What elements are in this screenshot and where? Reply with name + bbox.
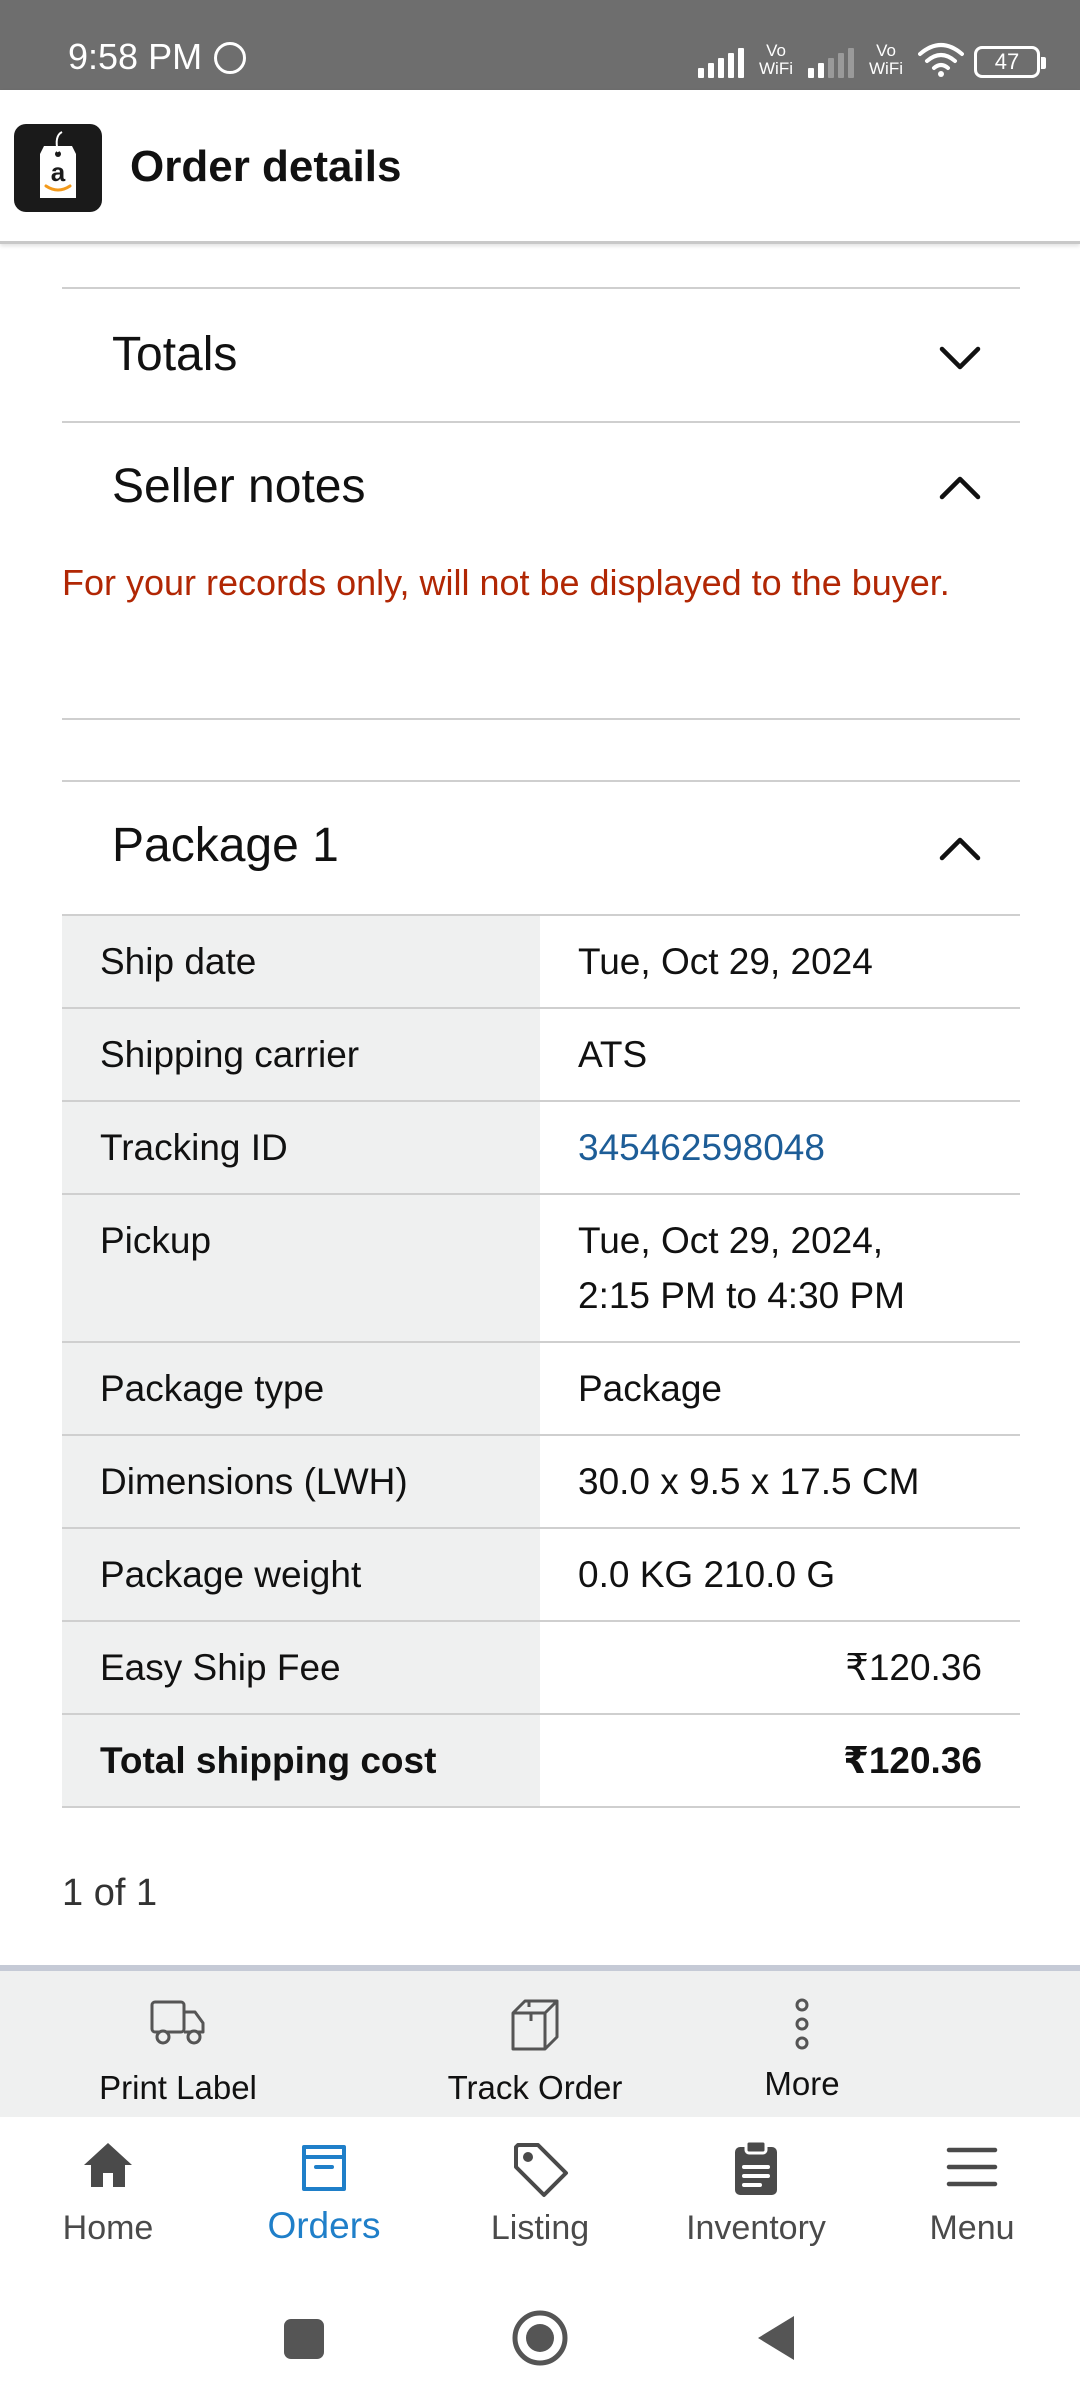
nav-home[interactable]: Home xyxy=(0,2117,216,2277)
chevron-down-icon xyxy=(939,346,981,370)
hamburger-menu-icon xyxy=(946,2147,998,2187)
wifi-icon xyxy=(918,43,964,77)
system-navigation-bar xyxy=(0,2277,1080,2400)
package-type-value: Package xyxy=(540,1342,1020,1436)
signal-icon-2 xyxy=(808,46,854,78)
nav-inventory-label: Inventory xyxy=(686,2209,826,2247)
more-button[interactable]: More xyxy=(722,1971,882,2117)
pickup-date: Tue, Oct 29, 2024, xyxy=(578,1220,884,1261)
box-icon xyxy=(511,1999,559,2051)
pickup-window: 2:15 PM to 4:30 PM xyxy=(578,1275,906,1316)
table-row: Shipping carrier ATS xyxy=(62,1008,1020,1102)
table-row: Package type Package xyxy=(62,1342,1020,1436)
bottom-navigation: Home Orders Listing Inventory Menu xyxy=(0,2117,1080,2277)
order-details-content: Totals Seller notes For your records onl… xyxy=(0,247,1080,1967)
battery-icon: 47 xyxy=(974,46,1046,78)
pickup-label: Pickup xyxy=(62,1194,540,1343)
tag-icon xyxy=(514,2143,568,2197)
app-header: a Order details xyxy=(0,90,1080,244)
page-title: Order details xyxy=(130,142,402,191)
table-row: Dimensions (LWH) 30.0 x 9.5 x 17.5 CM xyxy=(62,1435,1020,1529)
seller-notes-section-header[interactable]: Seller notes xyxy=(62,421,1020,513)
seller-notes-divider xyxy=(62,718,1020,720)
recent-apps-button[interactable] xyxy=(282,2317,326,2361)
amazon-seller-logo[interactable]: a xyxy=(14,124,102,212)
svg-text:a: a xyxy=(51,157,66,187)
nav-menu[interactable]: Menu xyxy=(864,2117,1080,2277)
status-time: 9:58 PM xyxy=(68,36,203,77)
nav-orders[interactable]: Orders xyxy=(216,2117,432,2277)
seller-notes-hint: For your records only, will not be displ… xyxy=(62,562,950,603)
dimensions-label: Dimensions (LWH) xyxy=(62,1435,540,1529)
track-order-text: Track Order xyxy=(447,2069,623,2106)
easy-ship-fee-label: Easy Ship Fee xyxy=(62,1621,540,1715)
signal-icon xyxy=(698,46,744,78)
table-row: Tracking ID 345462598048 xyxy=(62,1101,1020,1195)
nav-menu-label: Menu xyxy=(929,2209,1015,2247)
nav-listing[interactable]: Listing xyxy=(432,2117,648,2277)
nav-inventory[interactable]: Inventory xyxy=(648,2117,864,2277)
home-icon xyxy=(84,2143,132,2187)
table-row: Package weight 0.0 KG 210.0 G xyxy=(62,1528,1020,1622)
dimensions-value: 30.0 x 9.5 x 17.5 CM xyxy=(540,1435,1020,1529)
truck-icon xyxy=(150,2000,205,2045)
chevron-up-icon xyxy=(939,837,981,861)
orders-box-icon xyxy=(302,2145,346,2191)
tracking-id-link[interactable]: 345462598048 xyxy=(540,1101,1020,1195)
tag-logo-icon: a xyxy=(40,131,76,198)
ship-date-label: Ship date xyxy=(62,915,540,1009)
totals-section-header[interactable]: Totals xyxy=(62,287,1020,421)
print-label-button[interactable]: Print Label xyxy=(58,1971,298,2117)
package-details-table: Ship date Tue, Oct 29, 2024 Shipping car… xyxy=(62,914,1020,1808)
vowifi-label-2: Vo WiFi xyxy=(869,41,903,78)
more-text: More xyxy=(764,2065,840,2102)
nav-listing-label: Listing xyxy=(490,2209,590,2247)
pickup-value: Tue, Oct 29, 2024, 2:15 PM to 4:30 PM xyxy=(540,1194,1020,1343)
shipping-carrier-label: Shipping carrier xyxy=(62,1008,540,1102)
print-label-text: Print Label xyxy=(99,2069,257,2106)
nav-orders-label: Orders xyxy=(267,2205,381,2246)
package-weight-label: Package weight xyxy=(62,1528,540,1622)
status-bar: 9:58 PM Vo WiFi Vo WiFi 47 xyxy=(0,0,1080,90)
total-shipping-cost-label: Total shipping cost xyxy=(62,1714,540,1808)
table-row: Pickup Tue, Oct 29, 2024, 2:15 PM to 4:3… xyxy=(62,1194,1020,1343)
package-pager: 1 of 1 xyxy=(62,1872,158,1914)
nav-home-label: Home xyxy=(62,2209,154,2247)
vowifi-label-1: Vo WiFi xyxy=(759,41,793,78)
totals-title: Totals xyxy=(112,328,238,381)
track-order-button[interactable]: Track Order xyxy=(415,1971,655,2117)
back-button[interactable] xyxy=(754,2313,798,2363)
seller-notes-title: Seller notes xyxy=(112,460,366,513)
ship-date-value: Tue, Oct 29, 2024 xyxy=(540,915,1020,1009)
table-row: Easy Ship Fee ₹120.36 xyxy=(62,1621,1020,1715)
package-type-label: Package type xyxy=(62,1342,540,1436)
package-weight-value: 0.0 KG 210.0 G xyxy=(540,1528,1020,1622)
easy-ship-fee-value: ₹120.36 xyxy=(540,1621,1020,1715)
table-row: Total shipping cost ₹120.36 xyxy=(62,1714,1020,1808)
tracking-id-label: Tracking ID xyxy=(62,1101,540,1195)
clock-status-icon xyxy=(214,42,246,74)
table-row: Ship date Tue, Oct 29, 2024 xyxy=(62,915,1020,1009)
chevron-up-icon xyxy=(939,476,981,500)
shipping-carrier-value: ATS xyxy=(540,1008,1020,1102)
package-title: Package 1 xyxy=(112,819,339,872)
home-button[interactable] xyxy=(510,2308,570,2368)
status-icons: Vo WiFi Vo WiFi 47 xyxy=(698,34,1046,78)
package-section-header[interactable]: Package 1 xyxy=(62,780,1020,914)
order-action-bar: Print Label Track Order More xyxy=(0,1965,1080,2117)
total-shipping-cost-value: ₹120.36 xyxy=(540,1714,1020,1808)
more-vertical-icon xyxy=(795,1998,809,2050)
clipboard-icon xyxy=(735,2139,777,2195)
